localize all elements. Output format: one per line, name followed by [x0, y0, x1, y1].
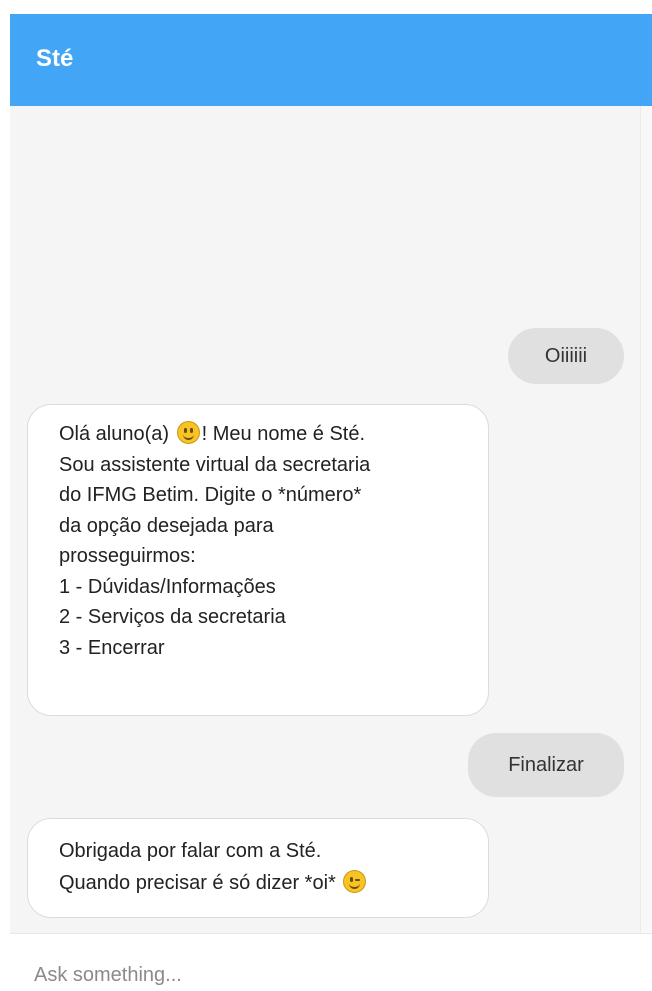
bot-message-text: ! Meu nome é Sté. [201, 423, 366, 445]
user-message: Oiiiiii [508, 328, 624, 384]
bot-message-text: Quando precisar é só dizer *oi* [59, 872, 342, 894]
bot-message-line: prosseguirmos: [59, 545, 196, 567]
user-message: Finalizar [468, 733, 624, 797]
wink-emoji-icon [343, 870, 367, 893]
chat-window: Sté Oiiiiii Olá aluno(a) ! Meu nome é St… [0, 0, 652, 991]
bot-message-text: Olá aluno(a) [59, 423, 175, 445]
bot-message-line: Obrigada por falar com a Sté. [59, 840, 322, 862]
bot-message-line: Sou assistente virtual da secretaria [59, 453, 371, 476]
bot-message-line: da opção desejada para [59, 514, 274, 537]
bot-message-line: do IFMG Betim. Digite o *número* [59, 484, 362, 506]
input-bar [10, 933, 652, 991]
chat-header: Sté [10, 14, 652, 106]
smile-emoji-icon [176, 421, 200, 444]
bot-message-line: 3 - Encerrar [59, 636, 165, 659]
chat-title: Sté [36, 45, 74, 72]
message-list[interactable]: Oiiiiii Olá aluno(a) ! Meu nome é Sté. S… [10, 106, 640, 933]
bot-message-line: 1 - Dúvidas/Informações [59, 575, 276, 598]
message-input[interactable] [34, 958, 594, 991]
scrollbar[interactable] [640, 106, 652, 933]
bot-message: Obrigada por falar com a Sté. Quando pre… [27, 818, 489, 918]
bot-message-line: Quando precisar é só dizer *oi* [59, 867, 472, 899]
bot-message: Olá aluno(a) ! Meu nome é Sté. Sou assis… [27, 404, 489, 716]
bot-message-line: Olá aluno(a) ! Meu nome é Sté. [59, 419, 472, 450]
user-message-text: Finalizar [508, 753, 584, 776]
bot-message-line: 2 - Serviços da secretaria [59, 606, 286, 628]
user-message-text: Oiiiiii [544, 344, 588, 367]
